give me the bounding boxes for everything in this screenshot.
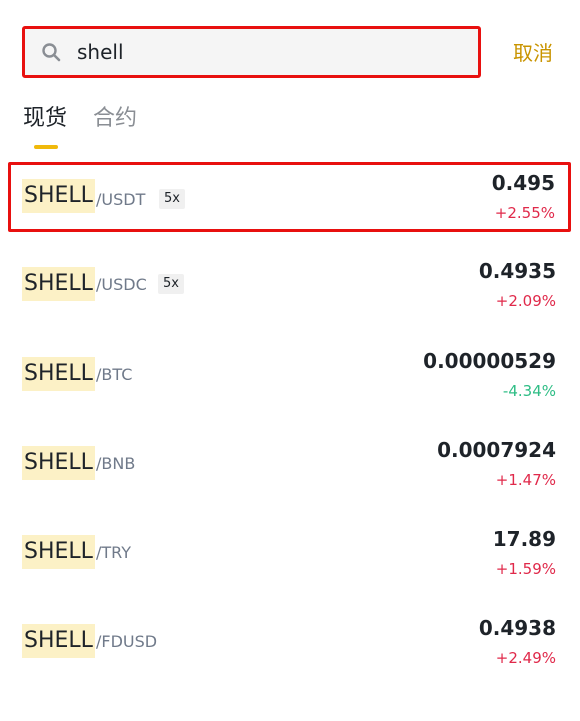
pair-price: 17.89 bbox=[492, 527, 556, 551]
pair-change: +2.09% bbox=[495, 292, 556, 310]
pair-quote: /USDT bbox=[96, 190, 146, 209]
pair-price: 0.4935 bbox=[478, 259, 556, 283]
pair-quote: /USDC bbox=[96, 275, 147, 294]
pair-base: SHELL bbox=[22, 267, 95, 301]
pair-base: SHELL bbox=[22, 179, 95, 213]
search-bar: 取消 bbox=[0, 0, 580, 100]
pair-change: -4.34% bbox=[502, 382, 556, 400]
leverage-badge: 5x bbox=[159, 189, 185, 209]
pair-quote: /FDUSD bbox=[96, 632, 158, 651]
pair-price: 0.0007924 bbox=[437, 438, 556, 462]
pair-row[interactable]: SHELL /BNB 0.0007924 +1.47% bbox=[0, 429, 580, 499]
pair-base: SHELL bbox=[22, 535, 95, 569]
search-input[interactable] bbox=[77, 36, 467, 68]
pair-row[interactable]: SHELL /TRY 17.89 +1.59% bbox=[0, 518, 580, 588]
cancel-button[interactable]: 取消 bbox=[508, 38, 558, 68]
pair-change: +2.55% bbox=[494, 204, 555, 222]
pair-row[interactable]: SHELL /USDC 5x 0.4935 +2.09% bbox=[0, 250, 580, 320]
pair-row[interactable]: SHELL /FDUSD 0.4938 +2.49% bbox=[0, 607, 580, 677]
pair-price: 0.4938 bbox=[478, 616, 556, 640]
pair-base: SHELL bbox=[22, 357, 95, 391]
pair-change: +1.47% bbox=[495, 471, 556, 489]
active-tab-indicator bbox=[34, 145, 58, 149]
market-tabs: 现货 合约 bbox=[0, 102, 580, 152]
pair-base: SHELL bbox=[22, 624, 95, 658]
pair-change: +1.59% bbox=[495, 560, 556, 578]
leverage-badge: 5x bbox=[158, 274, 184, 294]
search-icon bbox=[42, 43, 61, 62]
pair-change: +2.49% bbox=[495, 649, 556, 667]
pair-row[interactable]: SHELL /USDT 5x 0.495 +2.55% bbox=[8, 162, 571, 232]
tab-futures[interactable]: 合约 bbox=[93, 104, 137, 134]
pair-row[interactable]: SHELL /BTC 0.00000529 -4.34% bbox=[0, 340, 580, 410]
pair-price: 0.00000529 bbox=[423, 349, 556, 373]
pair-quote: /BNB bbox=[96, 454, 136, 473]
tab-spot[interactable]: 现货 bbox=[23, 104, 67, 134]
pair-quote: /BTC bbox=[96, 365, 133, 384]
pair-price: 0.495 bbox=[491, 171, 555, 195]
search-box[interactable] bbox=[22, 26, 481, 78]
pair-quote: /TRY bbox=[96, 543, 132, 562]
pair-base: SHELL bbox=[22, 446, 95, 480]
